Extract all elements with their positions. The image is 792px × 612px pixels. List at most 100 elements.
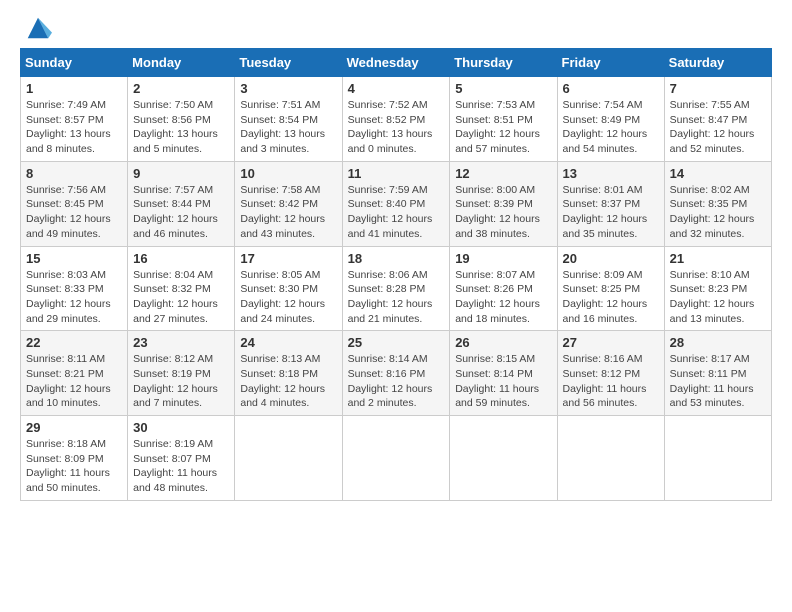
header-monday: Monday xyxy=(128,49,235,77)
day-number: 16 xyxy=(133,251,229,266)
day-info: Sunrise: 8:15 AM Sunset: 8:14 PM Dayligh… xyxy=(455,352,551,411)
day-number: 15 xyxy=(26,251,122,266)
day-number: 23 xyxy=(133,335,229,350)
day-number: 19 xyxy=(455,251,551,266)
calendar-cell: 18 Sunrise: 8:06 AM Sunset: 8:28 PM Dayl… xyxy=(342,246,450,331)
day-number: 24 xyxy=(240,335,336,350)
header-sunday: Sunday xyxy=(21,49,128,77)
header xyxy=(20,20,772,42)
calendar-cell: 1 Sunrise: 7:49 AM Sunset: 8:57 PM Dayli… xyxy=(21,77,128,162)
calendar-cell: 24 Sunrise: 8:13 AM Sunset: 8:18 PM Dayl… xyxy=(235,331,342,416)
week-row-2: 8 Sunrise: 7:56 AM Sunset: 8:45 PM Dayli… xyxy=(21,161,772,246)
calendar-cell: 6 Sunrise: 7:54 AM Sunset: 8:49 PM Dayli… xyxy=(557,77,664,162)
day-number: 12 xyxy=(455,166,551,181)
day-info: Sunrise: 7:59 AM Sunset: 8:40 PM Dayligh… xyxy=(348,183,445,242)
calendar-cell: 4 Sunrise: 7:52 AM Sunset: 8:52 PM Dayli… xyxy=(342,77,450,162)
day-number: 6 xyxy=(563,81,659,96)
calendar-cell: 14 Sunrise: 8:02 AM Sunset: 8:35 PM Dayl… xyxy=(664,161,771,246)
day-number: 10 xyxy=(240,166,336,181)
calendar-cell: 10 Sunrise: 7:58 AM Sunset: 8:42 PM Dayl… xyxy=(235,161,342,246)
week-row-5: 29 Sunrise: 8:18 AM Sunset: 8:09 PM Dayl… xyxy=(21,416,772,501)
calendar-table: SundayMondayTuesdayWednesdayThursdayFrid… xyxy=(20,48,772,501)
day-number: 17 xyxy=(240,251,336,266)
day-info: Sunrise: 8:13 AM Sunset: 8:18 PM Dayligh… xyxy=(240,352,336,411)
day-info: Sunrise: 8:09 AM Sunset: 8:25 PM Dayligh… xyxy=(563,268,659,327)
calendar-cell: 28 Sunrise: 8:17 AM Sunset: 8:11 PM Dayl… xyxy=(664,331,771,416)
day-info: Sunrise: 8:03 AM Sunset: 8:33 PM Dayligh… xyxy=(26,268,122,327)
calendar-cell: 16 Sunrise: 8:04 AM Sunset: 8:32 PM Dayl… xyxy=(128,246,235,331)
day-info: Sunrise: 7:51 AM Sunset: 8:54 PM Dayligh… xyxy=(240,98,336,157)
calendar-cell: 3 Sunrise: 7:51 AM Sunset: 8:54 PM Dayli… xyxy=(235,77,342,162)
day-number: 27 xyxy=(563,335,659,350)
day-info: Sunrise: 8:19 AM Sunset: 8:07 PM Dayligh… xyxy=(133,437,229,496)
calendar-cell: 7 Sunrise: 7:55 AM Sunset: 8:47 PM Dayli… xyxy=(664,77,771,162)
day-info: Sunrise: 8:01 AM Sunset: 8:37 PM Dayligh… xyxy=(563,183,659,242)
day-number: 8 xyxy=(26,166,122,181)
header-saturday: Saturday xyxy=(664,49,771,77)
header-friday: Friday xyxy=(557,49,664,77)
day-number: 26 xyxy=(455,335,551,350)
day-info: Sunrise: 8:00 AM Sunset: 8:39 PM Dayligh… xyxy=(455,183,551,242)
calendar-cell: 5 Sunrise: 7:53 AM Sunset: 8:51 PM Dayli… xyxy=(450,77,557,162)
week-row-3: 15 Sunrise: 8:03 AM Sunset: 8:33 PM Dayl… xyxy=(21,246,772,331)
calendar-cell: 9 Sunrise: 7:57 AM Sunset: 8:44 PM Dayli… xyxy=(128,161,235,246)
calendar-cell: 26 Sunrise: 8:15 AM Sunset: 8:14 PM Dayl… xyxy=(450,331,557,416)
calendar-cell: 27 Sunrise: 8:16 AM Sunset: 8:12 PM Dayl… xyxy=(557,331,664,416)
calendar-cell: 29 Sunrise: 8:18 AM Sunset: 8:09 PM Dayl… xyxy=(21,416,128,501)
day-info: Sunrise: 7:58 AM Sunset: 8:42 PM Dayligh… xyxy=(240,183,336,242)
calendar-cell xyxy=(664,416,771,501)
logo xyxy=(20,24,52,42)
day-number: 25 xyxy=(348,335,445,350)
day-info: Sunrise: 8:16 AM Sunset: 8:12 PM Dayligh… xyxy=(563,352,659,411)
calendar-cell: 13 Sunrise: 8:01 AM Sunset: 8:37 PM Dayl… xyxy=(557,161,664,246)
calendar-cell: 22 Sunrise: 8:11 AM Sunset: 8:21 PM Dayl… xyxy=(21,331,128,416)
day-number: 30 xyxy=(133,420,229,435)
day-info: Sunrise: 8:12 AM Sunset: 8:19 PM Dayligh… xyxy=(133,352,229,411)
day-info: Sunrise: 7:56 AM Sunset: 8:45 PM Dayligh… xyxy=(26,183,122,242)
day-info: Sunrise: 7:57 AM Sunset: 8:44 PM Dayligh… xyxy=(133,183,229,242)
day-info: Sunrise: 8:11 AM Sunset: 8:21 PM Dayligh… xyxy=(26,352,122,411)
day-number: 4 xyxy=(348,81,445,96)
header-wednesday: Wednesday xyxy=(342,49,450,77)
calendar-cell: 21 Sunrise: 8:10 AM Sunset: 8:23 PM Dayl… xyxy=(664,246,771,331)
day-number: 28 xyxy=(670,335,766,350)
day-number: 3 xyxy=(240,81,336,96)
day-number: 11 xyxy=(348,166,445,181)
day-info: Sunrise: 8:02 AM Sunset: 8:35 PM Dayligh… xyxy=(670,183,766,242)
day-info: Sunrise: 7:50 AM Sunset: 8:56 PM Dayligh… xyxy=(133,98,229,157)
day-number: 22 xyxy=(26,335,122,350)
calendar-cell: 25 Sunrise: 8:14 AM Sunset: 8:16 PM Dayl… xyxy=(342,331,450,416)
calendar-cell: 8 Sunrise: 7:56 AM Sunset: 8:45 PM Dayli… xyxy=(21,161,128,246)
calendar-cell xyxy=(342,416,450,501)
day-number: 18 xyxy=(348,251,445,266)
day-info: Sunrise: 8:06 AM Sunset: 8:28 PM Dayligh… xyxy=(348,268,445,327)
header-thursday: Thursday xyxy=(450,49,557,77)
calendar-cell: 30 Sunrise: 8:19 AM Sunset: 8:07 PM Dayl… xyxy=(128,416,235,501)
day-info: Sunrise: 7:52 AM Sunset: 8:52 PM Dayligh… xyxy=(348,98,445,157)
day-info: Sunrise: 8:10 AM Sunset: 8:23 PM Dayligh… xyxy=(670,268,766,327)
day-number: 1 xyxy=(26,81,122,96)
day-number: 21 xyxy=(670,251,766,266)
calendar-cell: 20 Sunrise: 8:09 AM Sunset: 8:25 PM Dayl… xyxy=(557,246,664,331)
day-info: Sunrise: 8:07 AM Sunset: 8:26 PM Dayligh… xyxy=(455,268,551,327)
day-info: Sunrise: 8:05 AM Sunset: 8:30 PM Dayligh… xyxy=(240,268,336,327)
calendar-cell xyxy=(235,416,342,501)
calendar-cell xyxy=(450,416,557,501)
day-number: 29 xyxy=(26,420,122,435)
day-info: Sunrise: 7:54 AM Sunset: 8:49 PM Dayligh… xyxy=(563,98,659,157)
day-info: Sunrise: 7:55 AM Sunset: 8:47 PM Dayligh… xyxy=(670,98,766,157)
day-number: 2 xyxy=(133,81,229,96)
day-info: Sunrise: 8:17 AM Sunset: 8:11 PM Dayligh… xyxy=(670,352,766,411)
day-number: 5 xyxy=(455,81,551,96)
week-row-4: 22 Sunrise: 8:11 AM Sunset: 8:21 PM Dayl… xyxy=(21,331,772,416)
calendar-cell xyxy=(557,416,664,501)
calendar-cell: 23 Sunrise: 8:12 AM Sunset: 8:19 PM Dayl… xyxy=(128,331,235,416)
day-number: 13 xyxy=(563,166,659,181)
day-info: Sunrise: 8:04 AM Sunset: 8:32 PM Dayligh… xyxy=(133,268,229,327)
day-number: 9 xyxy=(133,166,229,181)
day-info: Sunrise: 7:49 AM Sunset: 8:57 PM Dayligh… xyxy=(26,98,122,157)
calendar-cell: 12 Sunrise: 8:00 AM Sunset: 8:39 PM Dayl… xyxy=(450,161,557,246)
calendar-cell: 15 Sunrise: 8:03 AM Sunset: 8:33 PM Dayl… xyxy=(21,246,128,331)
header-tuesday: Tuesday xyxy=(235,49,342,77)
header-row: SundayMondayTuesdayWednesdayThursdayFrid… xyxy=(21,49,772,77)
